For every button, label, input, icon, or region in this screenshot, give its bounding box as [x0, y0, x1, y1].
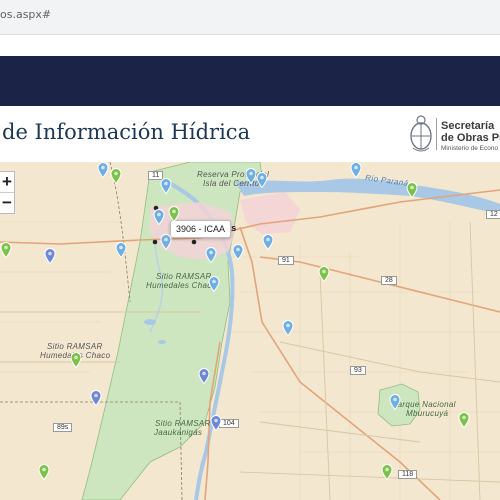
station-marker-icon[interactable] [406, 182, 418, 198]
road-shield-12: 12 [486, 210, 500, 219]
station-marker-icon[interactable] [110, 168, 122, 184]
label-sitio-ramsar-3b: Jaaukanigás [154, 428, 203, 437]
logo-line2: de Obras Públi [441, 132, 500, 144]
station-marker-icon[interactable] [205, 247, 217, 263]
station-marker-icon[interactable] [168, 206, 180, 222]
zoom-control: + − [0, 171, 15, 214]
label-sitio-ramsar-3a: Sitio RAMSAR [155, 419, 211, 428]
station-marker-icon[interactable] [198, 368, 210, 384]
station-marker-icon[interactable] [153, 209, 165, 225]
zoom-in-button[interactable]: + [0, 172, 14, 193]
logo-line3: Ministerio de Econo [441, 145, 499, 152]
station-marker-icon[interactable] [389, 394, 401, 410]
station-marker-icon[interactable] [160, 178, 172, 194]
label-sitio-ramsar-2a: Sitio RAMSAR [47, 342, 103, 351]
station-tooltip: 3906 - ICAA [170, 220, 232, 238]
station-marker-icon[interactable] [381, 464, 393, 480]
site-title: de Información Hídrica [2, 120, 251, 144]
road-shield-93: 93 [350, 366, 366, 375]
station-marker-icon[interactable] [38, 464, 50, 480]
station-marker-icon[interactable] [232, 244, 244, 260]
station-marker-icon[interactable] [44, 248, 56, 264]
station-marker-icon[interactable] [70, 352, 82, 368]
station-marker-icon[interactable] [0, 242, 12, 258]
label-sitio-ramsar-1a: Sitio RAMSAR [156, 272, 212, 281]
station-marker-icon[interactable] [262, 234, 274, 250]
station-marker-icon[interactable] [90, 390, 102, 406]
station-marker-icon[interactable] [208, 276, 220, 292]
station-marker-icon[interactable] [256, 172, 268, 188]
label-parque-2: Mburucuyá [406, 409, 449, 418]
argentina-seal-icon [410, 115, 432, 152]
station-marker-icon[interactable] [210, 415, 222, 431]
logo-divider [436, 118, 437, 150]
label-sitio-ramsar-1b: Humedales Chaco [146, 281, 217, 290]
road-shield-28: 28 [381, 276, 397, 285]
top-navbar [0, 56, 500, 106]
browser-url-bar[interactable]: os.aspx# [0, 0, 500, 35]
map-view[interactable]: + − Reserva Provincial Isla del Cerrito … [0, 162, 500, 500]
station-marker-icon[interactable] [97, 162, 109, 178]
url-text[interactable]: os.aspx# [0, 8, 51, 21]
map-basemap[interactable] [0, 162, 500, 500]
road-shield-89s: 89s [53, 423, 73, 432]
station-marker-icon[interactable] [318, 266, 330, 282]
station-marker-icon[interactable] [458, 412, 470, 428]
station-marker-icon[interactable] [350, 162, 362, 178]
logo-line1: Secretaría [441, 120, 495, 132]
zoom-out-button[interactable]: − [0, 193, 14, 213]
station-marker-icon[interactable] [282, 320, 294, 336]
road-shield-118: 118 [398, 470, 418, 479]
label-parque-1: Parque Nacional [392, 400, 456, 409]
station-marker-icon[interactable] [160, 234, 172, 250]
station-marker-icon[interactable] [115, 242, 127, 258]
site-header: de Información Hídrica Secretaría de Obr… [0, 106, 500, 163]
road-shield-91: 91 [278, 256, 294, 265]
secretaria-logo[interactable]: Secretaría de Obras Públi Ministerio de … [407, 114, 500, 154]
